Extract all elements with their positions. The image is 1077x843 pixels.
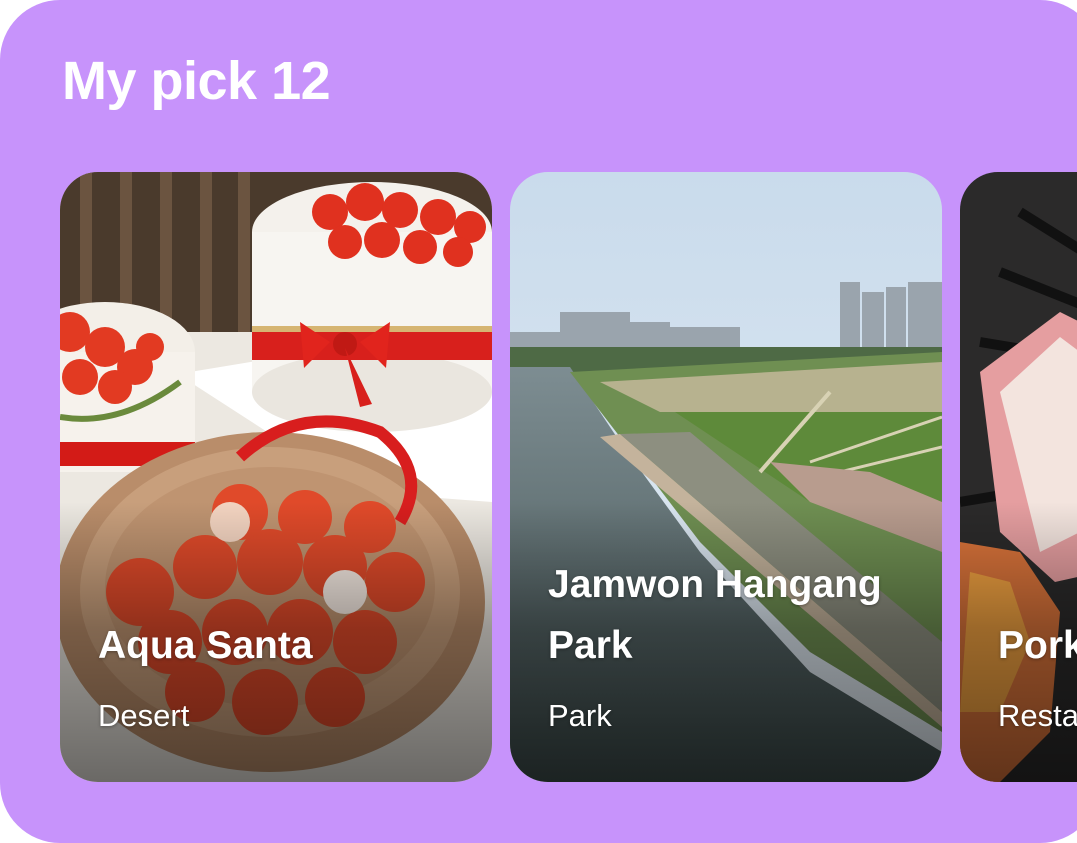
card-category: Desert bbox=[98, 698, 190, 733]
card-title: Pork bbox=[998, 623, 1077, 667]
card-title: Aqua Santa bbox=[98, 623, 313, 667]
pick-card-pork[interactable]: Pork Restaurant bbox=[960, 172, 1077, 782]
pick-card-jamwon-hangang-park[interactable]: Jamwon Hangang Park Park bbox=[510, 172, 942, 782]
card-category: Restaurant bbox=[998, 698, 1077, 733]
section-title: My pick 12 bbox=[62, 51, 331, 111]
pick-carousel[interactable]: Aqua Santa Desert Jamwon Hangang Park Pa… bbox=[60, 172, 1077, 782]
my-pick-panel: My pick 12 Aqua Santa Desert Jamwon Hang… bbox=[0, 0, 1077, 843]
card-category: Park bbox=[548, 698, 612, 733]
card-title: Jamwon Hangang Park bbox=[548, 563, 882, 667]
pick-card-aqua-santa[interactable]: Aqua Santa Desert bbox=[60, 172, 492, 782]
